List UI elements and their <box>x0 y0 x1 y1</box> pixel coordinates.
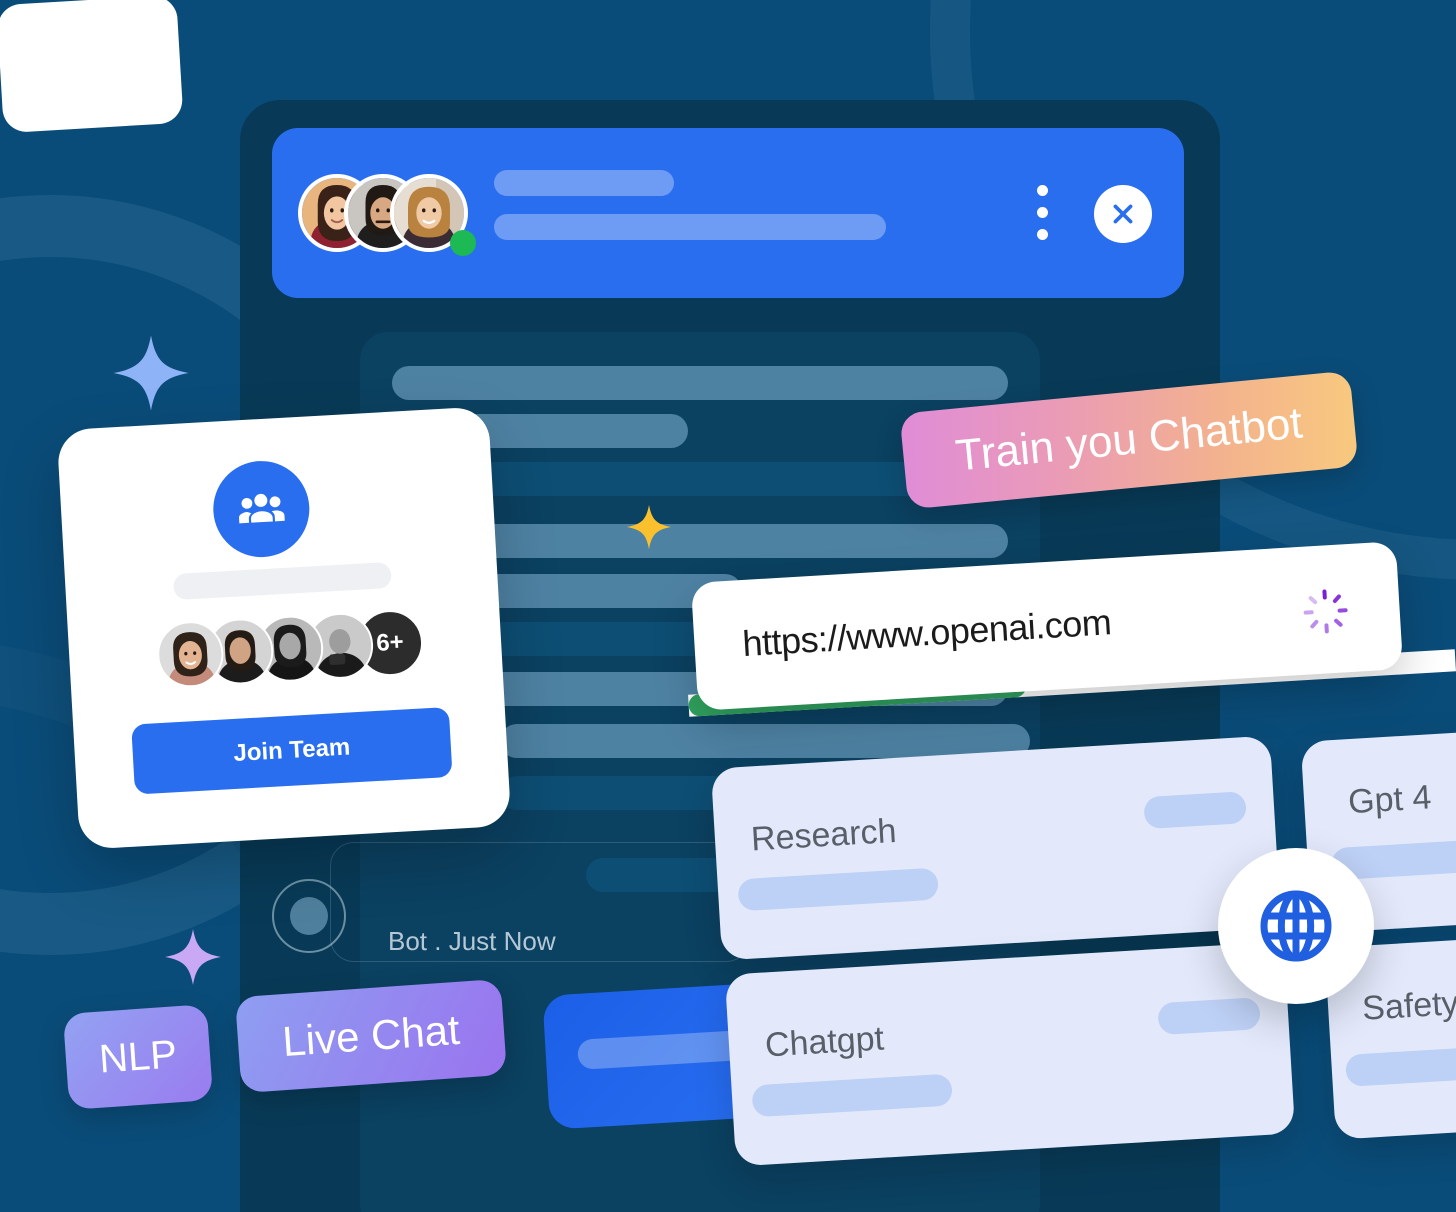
bot-meta-label: Bot . Just Now <box>388 926 556 956</box>
url-text: https://www.openai.com <box>741 601 1113 665</box>
people-group-icon <box>210 458 312 560</box>
bot-avatar-icon <box>272 879 346 953</box>
badge-live-chat[interactable]: Live Chat <box>234 978 508 1094</box>
sparkle-blue-icon <box>112 334 190 412</box>
chat-header-bar <box>272 128 1184 298</box>
more-vertical-icon[interactable] <box>1037 185 1049 241</box>
suggestion-bar <box>751 1073 953 1118</box>
suggestion-bar <box>1344 1043 1456 1087</box>
header-skeleton-title <box>494 170 674 196</box>
suggestion-bar <box>1143 791 1247 830</box>
suggestion-bar <box>737 867 939 912</box>
participant-avatar-stack[interactable] <box>298 174 478 256</box>
team-invite-card: 6+ Join Team <box>56 406 512 850</box>
close-button[interactable] <box>1094 185 1152 243</box>
badge-label: Train you Chatbot <box>953 398 1305 481</box>
suggestion-label: Gpt 4 <box>1347 778 1433 822</box>
loading-spinner-icon <box>1302 588 1349 635</box>
partial-card-right <box>0 0 184 134</box>
skeleton-bar <box>392 366 1008 400</box>
suggestion-card-chatgpt[interactable]: Chatgpt <box>724 941 1296 1167</box>
badge-nlp[interactable]: NLP <box>62 1004 214 1110</box>
close-icon <box>1113 204 1133 224</box>
team-member-avatars[interactable]: 6+ <box>155 608 425 690</box>
globe-button[interactable] <box>1218 848 1374 1004</box>
badge-label: NLP <box>97 1031 179 1082</box>
skeleton-bar <box>500 724 1030 758</box>
sparkle-yellow-icon <box>626 504 672 550</box>
team-name-skeleton <box>172 561 392 601</box>
suggestion-label: Research <box>749 811 898 859</box>
suggestion-card-research[interactable]: Research <box>710 735 1282 961</box>
suggestion-label: Chatgpt <box>763 1019 886 1065</box>
badge-label: Live Chat <box>280 1005 462 1066</box>
globe-icon <box>1260 890 1332 962</box>
suggestion-bar <box>1157 997 1261 1036</box>
avatar-overflow-label: 6+ <box>375 628 405 657</box>
online-status-dot <box>450 230 476 256</box>
join-team-button[interactable]: Join Team <box>131 706 453 795</box>
header-skeleton-subtitle <box>494 214 886 240</box>
suggestion-label: Safety <box>1361 984 1456 1028</box>
sparkle-purple-icon <box>164 928 222 986</box>
